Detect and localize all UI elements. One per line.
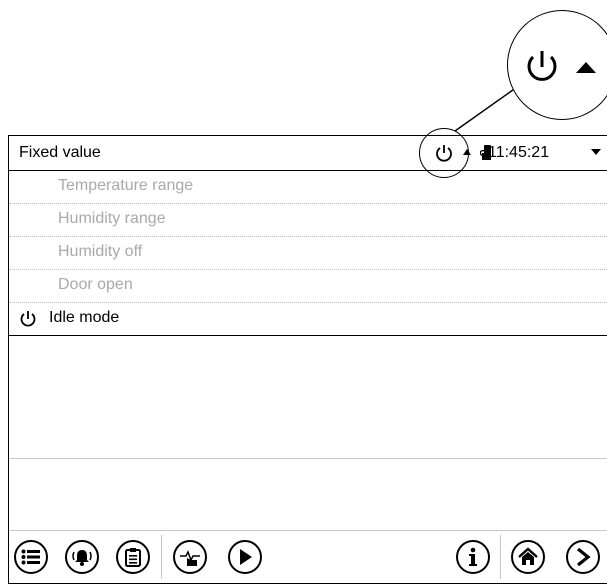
info-icon[interactable] [456, 540, 490, 574]
play-icon[interactable] [228, 540, 262, 574]
page-title: Fixed value [19, 144, 101, 161]
transfer-hand-icon[interactable] [173, 540, 207, 574]
caret-up-icon [576, 62, 596, 73]
clipboard-icon[interactable] [116, 540, 150, 574]
caret-down-icon[interactable] [590, 148, 602, 156]
next-arrow-icon[interactable] [566, 540, 600, 574]
list-item-label: Temperature range [58, 177, 194, 194]
zoom-callout [507, 10, 607, 120]
list-item-label: Door open [58, 276, 133, 293]
home-icon[interactable] [511, 540, 545, 574]
caret-up-icon[interactable] [462, 148, 472, 156]
power-icon[interactable] [434, 143, 454, 163]
list-item-label: Idle mode [49, 309, 120, 326]
power-icon [527, 51, 557, 81]
power-icon [20, 311, 36, 327]
list-item-label: Humidity off [58, 243, 143, 260]
toolbar-separator [161, 535, 162, 579]
list-item: Temperature range [9, 170, 607, 204]
menu-list-icon[interactable] [14, 540, 48, 574]
toolbar-divider [9, 530, 607, 531]
list-item: Humidity off [9, 236, 607, 270]
divider [9, 458, 607, 459]
list-item-label: Humidity range [58, 210, 166, 227]
alarm-bell-icon[interactable] [65, 540, 99, 574]
list-item: Humidity range [9, 203, 607, 237]
list-item-idle-mode[interactable]: Idle mode [9, 302, 607, 336]
toolbar-separator [500, 535, 501, 579]
list-item: Door open [9, 269, 607, 303]
clock-time: 11:45:21 [488, 144, 550, 161]
